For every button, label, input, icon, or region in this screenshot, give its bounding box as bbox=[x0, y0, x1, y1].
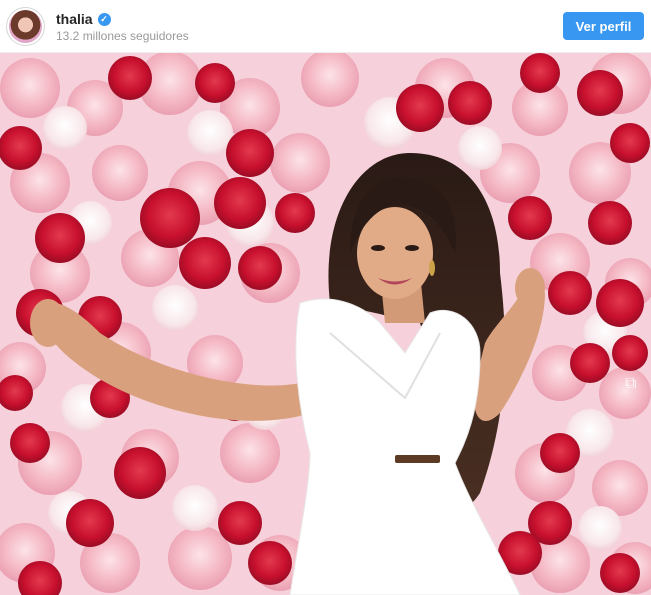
view-profile-button[interactable]: Ver perfil bbox=[563, 12, 644, 40]
verified-badge-icon: ✓ bbox=[97, 12, 111, 26]
profile-avatar[interactable] bbox=[9, 10, 42, 43]
carousel-indicator-icon: ⧉ bbox=[625, 375, 637, 392]
rose-wall-photo-illustration bbox=[0, 53, 651, 595]
followers-count: 13.2 millones seguidores bbox=[56, 29, 189, 43]
post-header: thalia ✓ 13.2 millones seguidores Ver pe… bbox=[0, 0, 651, 53]
post-photo[interactable]: ⧉ bbox=[0, 53, 651, 595]
profile-name-row: thalia ✓ bbox=[56, 11, 111, 27]
profile-username[interactable]: thalia bbox=[56, 11, 93, 27]
